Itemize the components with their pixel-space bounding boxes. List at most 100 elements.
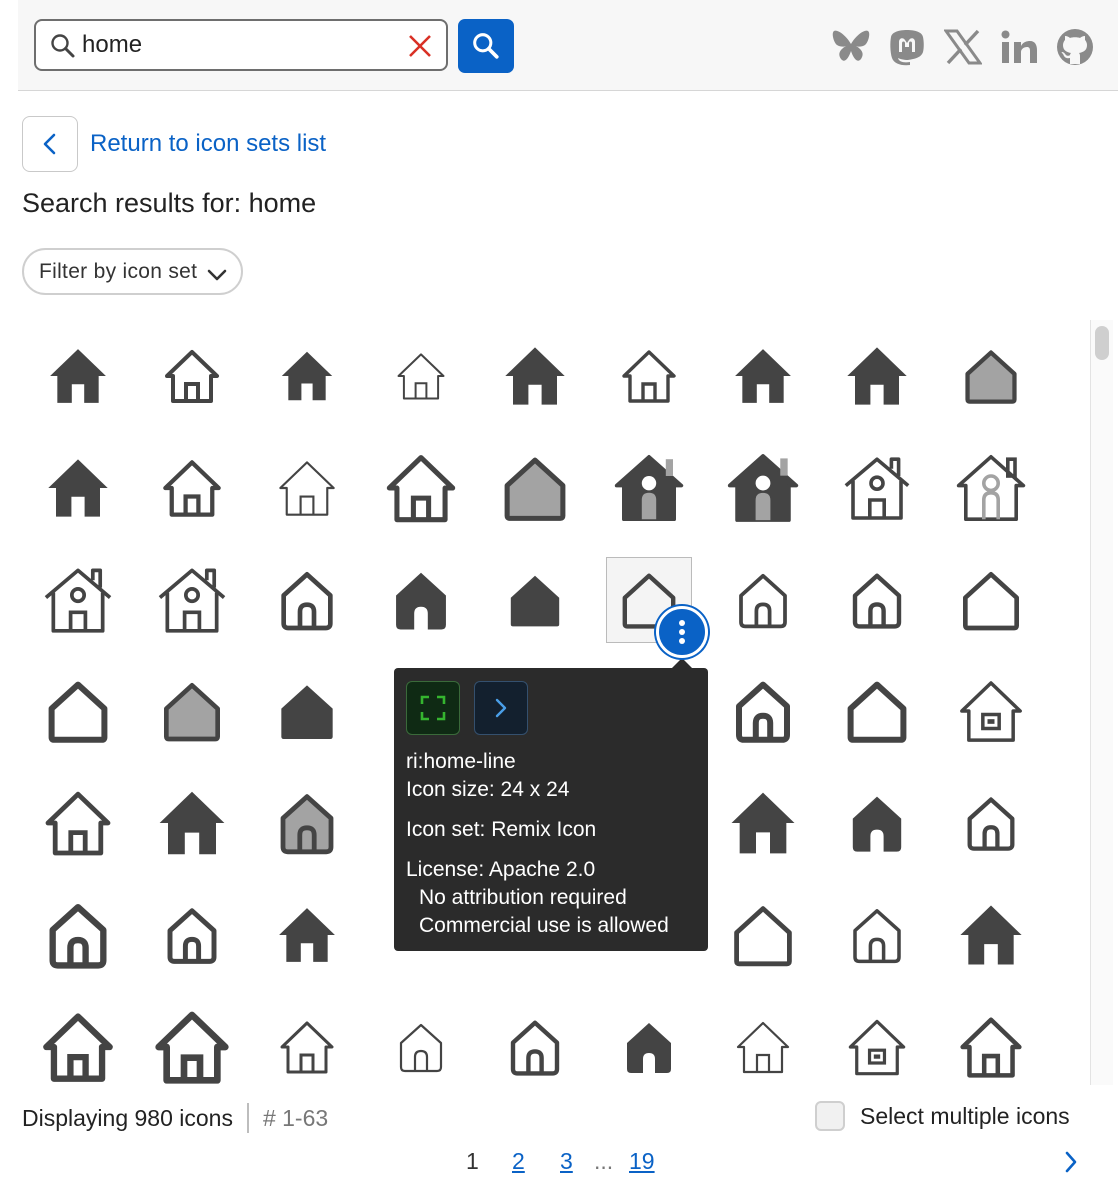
home-icon[interactable] (720, 333, 806, 419)
select-multiple-checkbox[interactable] (815, 1101, 845, 1131)
filter-by-icon-set-button[interactable]: Filter by icon set (22, 248, 244, 295)
home-icon[interactable] (948, 668, 1034, 754)
home-icon[interactable] (35, 333, 121, 419)
home-icon[interactable] (378, 333, 464, 419)
home-icon[interactable] (264, 1004, 350, 1085)
mastodon-icon[interactable] (886, 26, 928, 68)
home-icon[interactable] (264, 333, 350, 419)
expand-icon-button[interactable] (406, 681, 460, 735)
next-page-icon[interactable] (1064, 1150, 1078, 1179)
home-icon[interactable] (492, 557, 578, 643)
home-icon[interactable] (834, 780, 920, 866)
page-link-last[interactable]: 19 (629, 1148, 655, 1175)
linkedin-icon[interactable] (998, 26, 1040, 68)
home-icon[interactable] (948, 892, 1034, 978)
icon-range: # 1-63 (262, 1104, 329, 1131)
home-icon[interactable] (35, 668, 121, 754)
home-icon[interactable] (149, 557, 235, 643)
home-icon[interactable] (834, 1004, 920, 1085)
home-icon[interactable] (378, 1004, 464, 1085)
attribution-note: No attribution required (419, 886, 627, 909)
filter-label: Filter by icon set (39, 259, 198, 283)
home-icon[interactable] (606, 445, 692, 531)
search-button[interactable] (458, 19, 514, 73)
fullscreen-icon (420, 695, 446, 721)
home-icon[interactable] (720, 668, 806, 754)
home-icon[interactable] (720, 780, 806, 866)
page-link[interactable]: 3 (560, 1148, 573, 1175)
page-current: 1 (466, 1148, 479, 1174)
chevron-right-icon (495, 698, 507, 718)
home-icon[interactable] (834, 557, 920, 643)
home-icon[interactable] (149, 780, 235, 866)
x-icon[interactable] (942, 26, 984, 68)
home-icon[interactable] (35, 1004, 121, 1085)
home-icon[interactable] (264, 892, 350, 978)
home-icon[interactable] (35, 445, 121, 531)
home-icon[interactable] (948, 445, 1034, 531)
home-icon[interactable] (492, 1004, 578, 1085)
home-icon[interactable] (264, 445, 350, 531)
github-icon[interactable] (1054, 26, 1096, 68)
home-icon[interactable] (720, 445, 806, 531)
icon-options-button[interactable] (656, 606, 708, 658)
home-icon[interactable] (149, 333, 235, 419)
home-icon[interactable] (149, 445, 235, 531)
home-icon[interactable] (720, 892, 806, 978)
home-icon[interactable] (264, 557, 350, 643)
home-icon[interactable] (378, 445, 464, 531)
search-icon (473, 33, 499, 59)
home-icon[interactable] (948, 1004, 1034, 1085)
home-icon[interactable] (834, 668, 920, 754)
social-links (830, 26, 1096, 68)
results-heading: Search results for: home (22, 188, 317, 218)
home-icon[interactable] (149, 1004, 235, 1085)
search-box (34, 19, 448, 71)
home-icon[interactable] (606, 1004, 692, 1085)
search-icon (50, 33, 76, 64)
scrollbar-thumb[interactable] (1095, 326, 1109, 360)
home-icon[interactable] (149, 668, 235, 754)
page-link[interactable]: 2 (512, 1148, 525, 1175)
home-icon[interactable] (834, 892, 920, 978)
home-icon[interactable] (492, 445, 578, 531)
page-ellipsis: ... (594, 1148, 614, 1174)
icon-count: Displaying 980 icons (22, 1104, 233, 1131)
commercial-note: Commercial use is allowed (419, 914, 669, 937)
chevron-down-icon (207, 264, 227, 288)
back-button[interactable] (22, 116, 78, 172)
home-icon[interactable] (720, 1004, 806, 1085)
select-multiple-label: Select multiple icons (860, 1102, 1070, 1129)
results-summary: Displaying 980 icons # 1-63 (22, 1103, 328, 1133)
home-icon[interactable] (606, 333, 692, 419)
chevron-left-icon (43, 133, 56, 155)
select-multiple-toggle[interactable]: Select multiple icons (815, 1101, 1070, 1131)
scrollbar-track[interactable] (1090, 320, 1113, 1085)
home-icon[interactable] (948, 780, 1034, 866)
home-icon[interactable] (378, 557, 464, 643)
bluesky-icon[interactable] (830, 26, 872, 68)
home-icon[interactable] (35, 780, 121, 866)
search-input[interactable] (82, 29, 382, 61)
icon-info-tooltip: ri:home-line Icon size: 24 x 24 Icon set… (394, 658, 708, 951)
divider (246, 1103, 249, 1133)
top-bar (18, 0, 1118, 91)
home-icon[interactable] (948, 557, 1034, 643)
home-icon[interactable] (35, 892, 121, 978)
home-icon[interactable] (948, 333, 1034, 419)
open-icon-button[interactable] (474, 681, 528, 735)
icon-size: Icon size: 24 x 24 (406, 778, 570, 801)
home-icon[interactable] (834, 333, 920, 419)
home-icon[interactable] (720, 557, 806, 643)
home-icon[interactable] (834, 445, 920, 531)
home-icon[interactable] (35, 557, 121, 643)
home-icon[interactable] (149, 892, 235, 978)
home-icon[interactable] (492, 333, 578, 419)
home-icon[interactable] (264, 668, 350, 754)
icon-name: ri:home-line (406, 750, 516, 773)
return-to-icon-sets-link[interactable]: Return to icon sets list (90, 130, 326, 158)
clear-search-icon[interactable] (408, 34, 432, 63)
license: License: Apache 2.0 (406, 858, 596, 881)
home-icon[interactable] (264, 780, 350, 866)
tooltip-arrow (672, 658, 692, 668)
